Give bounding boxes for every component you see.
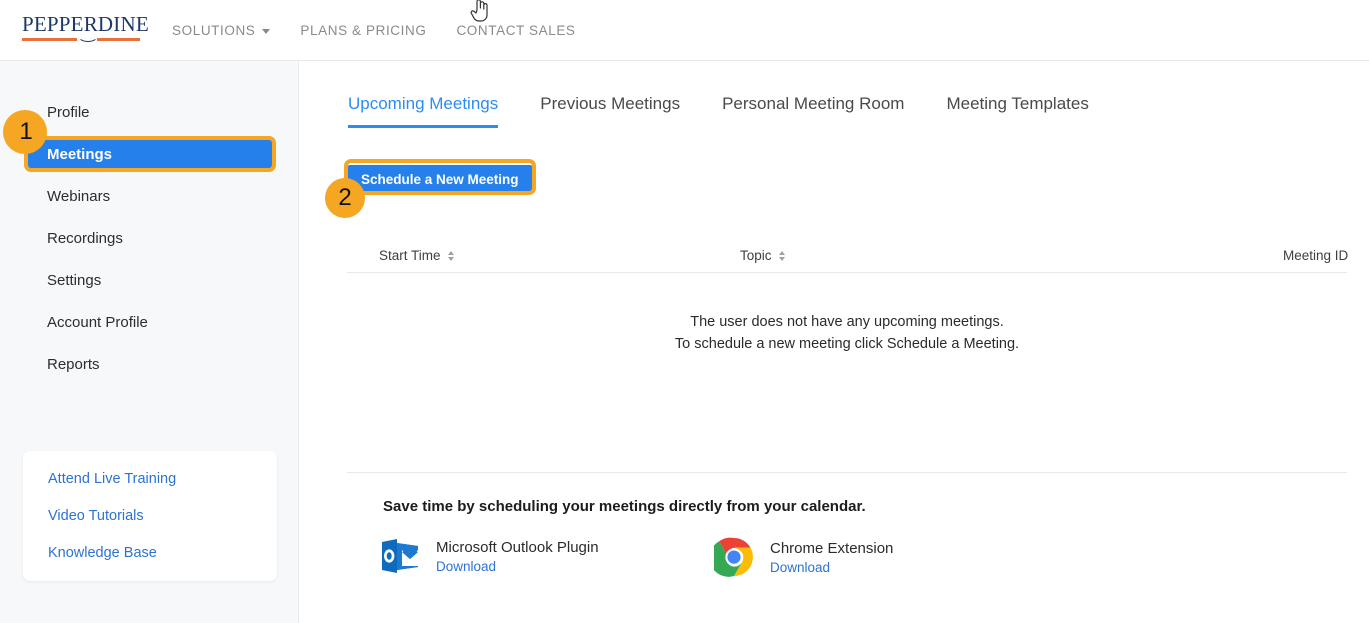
sidebar-item-settings[interactable]: Settings [27, 265, 272, 295]
nav-link-contact-sales-label: CONTACT SALES [456, 23, 576, 38]
chrome-icon [714, 537, 753, 577]
plugin-chrome-name: Chrome Extension [770, 539, 894, 557]
sidebar-item-reports[interactable]: Reports [27, 349, 272, 379]
column-header-topic[interactable]: Topic [740, 248, 785, 263]
tab-personal-meeting-room-label: Personal Meeting Room [722, 94, 905, 113]
sort-arrows-icon[interactable] [447, 250, 454, 261]
sidebar-item-recordings[interactable]: Recordings [27, 223, 272, 253]
top-nav-links: SOLUTIONS PLANS & PRICING CONTACT SALES [172, 0, 606, 61]
chevron-down-icon [262, 29, 271, 34]
nav-link-plans-pricing-label: PLANS & PRICING [300, 23, 427, 38]
tab-upcoming-meetings[interactable]: Upcoming Meetings [348, 94, 499, 128]
plugin-outlook-name: Microsoft Outlook Plugin [436, 538, 599, 556]
calendar-promo-title: Save time by scheduling your meetings di… [383, 498, 866, 515]
sidebar-item-meetings[interactable]: Meetings [27, 139, 272, 169]
tab-personal-meeting-room[interactable]: Personal Meeting Room [722, 94, 904, 128]
sidebar-item-profile[interactable]: Profile [27, 97, 272, 127]
sidebar-item-account-profile[interactable]: Account Profile [27, 307, 272, 337]
empty-state-message: The user does not have any upcoming meet… [347, 311, 1347, 355]
main-content-area: Upcoming Meetings Previous Meetings Pers… [300, 61, 1369, 623]
plugin-outlook: Microsoft Outlook Plugin Download [380, 537, 599, 575]
help-resources-card: Attend Live Training Video Tutorials Kno… [23, 451, 277, 581]
nav-link-solutions-label: SOLUTIONS [172, 23, 256, 38]
plugin-chrome-text: Chrome Extension Download [770, 540, 893, 575]
sidebar-item-settings-label: Settings [47, 271, 102, 289]
pepperdine-logo[interactable]: PEPPERDINE [22, 12, 149, 44]
tab-meeting-templates[interactable]: Meeting Templates [946, 94, 1088, 128]
nav-link-solutions[interactable]: SOLUTIONS [172, 23, 271, 38]
nav-link-contact-sales[interactable]: CONTACT SALES [456, 23, 575, 38]
plugin-chrome: Chrome Extension Download [714, 537, 893, 577]
column-header-start-time-label: Start Time [379, 248, 441, 263]
sidebar-item-recordings-label: Recordings [47, 229, 123, 247]
sidebar-item-profile-label: Profile [47, 103, 90, 121]
tab-previous-meetings[interactable]: Previous Meetings [540, 94, 680, 128]
column-header-meeting-id: Meeting ID [1283, 248, 1348, 263]
nav-link-plans-pricing[interactable]: PLANS & PRICING [300, 23, 426, 38]
empty-state-line-1: The user does not have any upcoming meet… [690, 314, 1004, 330]
link-attend-live-training[interactable]: Attend Live Training [48, 471, 176, 487]
left-sidebar: Profile Meetings Webinars Recordings Set… [0, 61, 299, 623]
sidebar-item-reports-label: Reports [47, 355, 100, 373]
meetings-table-header: Start Time Topic Meeting ID [347, 240, 1348, 273]
link-knowledge-base[interactable]: Knowledge Base [48, 545, 157, 561]
plugin-outlook-text: Microsoft Outlook Plugin Download [436, 539, 599, 574]
schedule-new-meeting-button[interactable]: Schedule a New Meeting [347, 165, 533, 193]
column-header-topic-label: Topic [740, 248, 772, 263]
tab-meeting-templates-label: Meeting Templates [946, 94, 1089, 113]
tab-previous-meetings-label: Previous Meetings [540, 94, 681, 113]
sort-arrows-icon[interactable] [778, 250, 785, 261]
empty-state-line-2: To schedule a new meeting click Schedule… [674, 336, 1020, 352]
sidebar-item-account-profile-label: Account Profile [47, 313, 148, 331]
annotation-badge-1: 1 [3, 110, 47, 154]
meetings-tab-bar: Upcoming Meetings Previous Meetings Pers… [348, 88, 1131, 128]
top-navigation-bar: PEPPERDINE SOLUTIONS PLANS & PRICING CON… [0, 0, 1369, 61]
logo-underline-rule [22, 38, 140, 41]
annotation-badge-2: 2 [325, 178, 365, 218]
tab-upcoming-meetings-label: Upcoming Meetings [348, 94, 499, 113]
outlook-icon [382, 539, 418, 573]
sidebar-item-meetings-label: Meetings [47, 145, 113, 163]
plugin-chrome-download-link[interactable]: Download [770, 560, 893, 575]
sidebar-item-webinars[interactable]: Webinars [27, 181, 272, 211]
schedule-new-meeting-label: Schedule a New Meeting [361, 171, 519, 187]
column-header-start-time[interactable]: Start Time [379, 248, 454, 263]
link-video-tutorials[interactable]: Video Tutorials [48, 508, 144, 524]
section-divider [347, 472, 1347, 473]
plugin-outlook-download-link[interactable]: Download [436, 559, 599, 574]
sidebar-item-webinars-label: Webinars [47, 187, 111, 205]
column-header-meeting-id-label: Meeting ID [1283, 248, 1349, 263]
